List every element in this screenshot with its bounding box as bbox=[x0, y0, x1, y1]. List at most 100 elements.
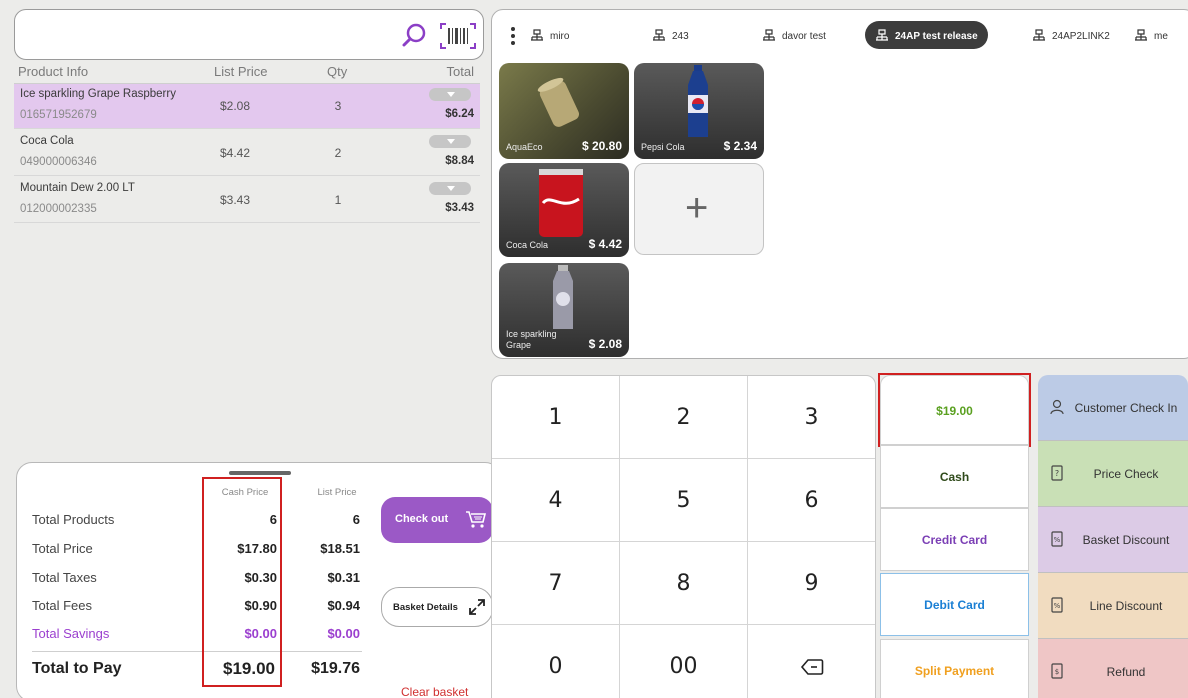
tab-label: 24AP2LINK2 bbox=[1052, 31, 1110, 42]
key-backspace[interactable] bbox=[748, 625, 875, 698]
barcode-icon[interactable] bbox=[439, 22, 477, 50]
drag-handle[interactable] bbox=[229, 471, 291, 475]
total-list-value: $18.51 bbox=[320, 541, 360, 556]
totals-divider bbox=[32, 651, 362, 652]
list-price-header: List Price bbox=[317, 487, 357, 498]
backspace-icon bbox=[800, 659, 823, 675]
product-qty: 3 bbox=[334, 99, 342, 113]
payment-column: $19.00 Cash Credit Card Debit Card Split… bbox=[878, 373, 1031, 698]
total-savings-list: $0.00 bbox=[327, 626, 360, 641]
total-list-value: $0.31 bbox=[327, 570, 360, 585]
row-expand-toggle[interactable] bbox=[429, 88, 471, 101]
tab-label: me bbox=[1154, 31, 1168, 42]
tab-label: 24AP test release bbox=[895, 31, 978, 42]
product-name: Coca Cola bbox=[20, 135, 74, 147]
basket-discount-button[interactable]: % Basket Discount bbox=[1038, 507, 1188, 573]
product-tile[interactable]: Coca Cola $ 4.42 bbox=[499, 163, 629, 257]
more-vertical-icon[interactable] bbox=[510, 26, 516, 46]
refund-button[interactable]: $ Refund bbox=[1038, 639, 1188, 698]
fn-label: Price Check bbox=[1093, 467, 1159, 481]
total-label: Total Taxes bbox=[32, 570, 97, 585]
amount-due-button[interactable]: $19.00 bbox=[880, 375, 1029, 445]
key-2[interactable]: 2 bbox=[620, 376, 748, 459]
basket-details-button[interactable]: Basket Details bbox=[381, 587, 493, 627]
tile-price: $ 2.34 bbox=[723, 139, 757, 153]
total-list-value: $0.94 bbox=[327, 598, 360, 613]
header-qty: Qty bbox=[327, 64, 348, 79]
total-list-value: 6 bbox=[352, 512, 360, 527]
product-code: 049000006346 bbox=[20, 156, 97, 168]
customer-check-in-button[interactable]: Customer Check In bbox=[1038, 375, 1188, 441]
tile-name: Ice sparkling Grape bbox=[506, 329, 557, 350]
credit-card-button[interactable]: Credit Card bbox=[880, 508, 1029, 571]
basket-details-label: Basket Details bbox=[393, 602, 458, 613]
basket-row[interactable]: Ice sparkling Grape Raspberry 0165719526… bbox=[14, 84, 480, 129]
svg-text:?: ? bbox=[1055, 469, 1059, 478]
total-savings-label: Total Savings bbox=[32, 626, 110, 641]
search-input[interactable] bbox=[27, 20, 387, 50]
tab-davor-test[interactable]: davor test bbox=[752, 21, 836, 49]
svg-text:%: % bbox=[1054, 602, 1061, 610]
tab-label: 243 bbox=[672, 31, 689, 42]
sitemap-icon bbox=[1135, 29, 1147, 41]
svg-text:%: % bbox=[1054, 536, 1061, 544]
fn-label: Customer Check In bbox=[1074, 401, 1178, 415]
can-image bbox=[539, 169, 583, 237]
total-to-pay-list: $19.76 bbox=[311, 660, 360, 677]
product-total: $6.24 bbox=[445, 108, 474, 120]
cash-button[interactable]: Cash bbox=[880, 445, 1029, 508]
basket-row[interactable]: Coca Cola 049000006346 $4.42 2 $8.84 bbox=[14, 131, 480, 176]
tile-name: AquaEco bbox=[506, 142, 543, 152]
price-check-button[interactable]: ? Price Check bbox=[1038, 441, 1188, 507]
sitemap-icon bbox=[531, 29, 543, 41]
key-6[interactable]: 6 bbox=[748, 459, 875, 542]
tab-243[interactable]: 243 bbox=[642, 21, 699, 49]
key-7[interactable]: 7 bbox=[492, 542, 620, 625]
row-expand-toggle[interactable] bbox=[429, 135, 471, 148]
checkout-label: Check out bbox=[395, 513, 449, 525]
function-column: Customer Check In ? Price Check % Basket… bbox=[1038, 375, 1188, 698]
sitemap-icon bbox=[653, 29, 665, 41]
line-discount-button[interactable]: % Line Discount bbox=[1038, 573, 1188, 639]
product-price: $4.42 bbox=[220, 146, 251, 160]
can-image bbox=[537, 77, 580, 127]
total-label: Total Price bbox=[32, 541, 93, 556]
bottle-image bbox=[688, 65, 708, 137]
key-00[interactable]: 00 bbox=[620, 625, 748, 698]
totals-panel: Cash Price List Price Total Products 6 6… bbox=[16, 462, 501, 698]
product-grid-panel: miro 243 davor test 24AP test release 24… bbox=[491, 9, 1188, 359]
product-price: $2.08 bbox=[220, 99, 251, 113]
product-qty: 2 bbox=[334, 146, 342, 160]
discount-icon: % bbox=[1051, 597, 1063, 613]
tab-me[interactable]: me bbox=[1124, 21, 1178, 49]
key-1[interactable]: 1 bbox=[492, 376, 620, 459]
key-4[interactable]: 4 bbox=[492, 459, 620, 542]
clear-basket-link[interactable]: Clear basket bbox=[401, 685, 468, 698]
numpad: 1 2 3 4 5 6 7 8 9 0 00 bbox=[491, 375, 876, 698]
tab-24ap-test-release[interactable]: 24AP test release bbox=[865, 21, 988, 49]
basket-row[interactable]: Mountain Dew 2.00 LT 012000002335 $3.43 … bbox=[14, 178, 480, 223]
product-tile[interactable]: Pepsi Cola $ 2.34 bbox=[634, 63, 764, 159]
key-8[interactable]: 8 bbox=[620, 542, 748, 625]
fn-label: Basket Discount bbox=[1082, 533, 1170, 547]
checkout-button[interactable]: Check out bbox=[381, 497, 493, 543]
tile-price: $ 2.08 bbox=[588, 337, 622, 351]
key-5[interactable]: 5 bbox=[620, 459, 748, 542]
tag-icon: ? bbox=[1051, 465, 1063, 481]
cash-price-highlight bbox=[202, 477, 282, 687]
key-3[interactable]: 3 bbox=[748, 376, 875, 459]
search-icon[interactable] bbox=[401, 22, 427, 48]
tab-miro[interactable]: miro bbox=[520, 21, 579, 49]
total-label: Total Products bbox=[32, 512, 115, 527]
add-product-tile[interactable]: + bbox=[634, 163, 764, 255]
key-0[interactable]: 0 bbox=[492, 625, 620, 698]
fn-label: Line Discount bbox=[1089, 599, 1163, 613]
split-payment-button[interactable]: Split Payment bbox=[880, 639, 1029, 698]
debit-card-button[interactable]: Debit Card bbox=[880, 573, 1029, 636]
row-expand-toggle[interactable] bbox=[429, 182, 471, 195]
product-tile[interactable]: Ice sparkling Grape $ 2.08 bbox=[499, 263, 629, 357]
discount-icon: % bbox=[1051, 531, 1063, 547]
key-9[interactable]: 9 bbox=[748, 542, 875, 625]
product-tile[interactable]: AquaEco $ 20.80 bbox=[499, 63, 629, 159]
tab-24ap2link2[interactable]: 24AP2LINK2 bbox=[1022, 21, 1120, 49]
